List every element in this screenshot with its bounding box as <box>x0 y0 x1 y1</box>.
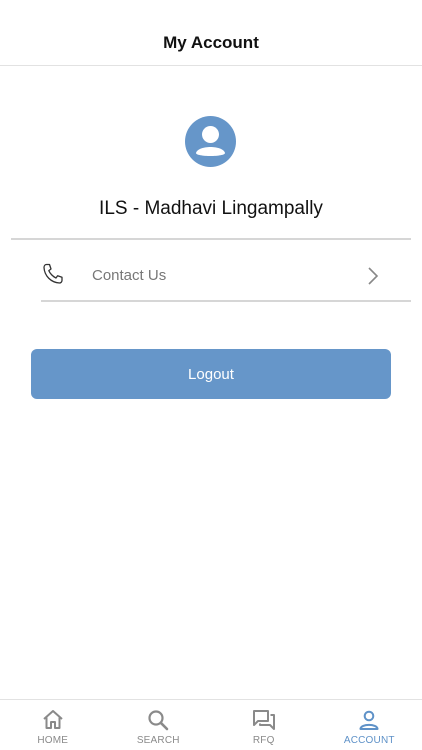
tab-bar: HOME SEARCH RFQ ACCOUNT <box>0 699 422 750</box>
tab-label: ACCOUNT <box>343 735 395 746</box>
tab-rfq[interactable]: RFQ <box>211 700 317 750</box>
user-circle-icon <box>185 116 236 167</box>
tab-account[interactable]: ACCOUNT <box>317 700 422 750</box>
home-icon <box>43 710 63 729</box>
page-title: My Account <box>163 33 259 52</box>
tab-search[interactable]: SEARCH <box>106 700 212 750</box>
chevron-right-icon <box>368 267 379 285</box>
tab-home[interactable]: HOME <box>0 700 106 750</box>
header: My Account <box>0 0 422 66</box>
user-name: ILS - Madhavi Lingampally <box>99 198 323 219</box>
search-icon <box>148 710 169 731</box>
tab-label: SEARCH <box>136 735 180 746</box>
user-icon <box>359 710 379 730</box>
divider <box>11 238 411 240</box>
chat-icon <box>252 710 275 730</box>
tab-label: RFQ <box>252 735 275 746</box>
tab-label: HOME <box>37 735 69 746</box>
phone-icon <box>43 263 63 284</box>
contact-us-row[interactable]: Contact Us <box>41 250 411 302</box>
logout-button[interactable]: Logout <box>31 349 391 399</box>
contact-us-label: Contact Us <box>92 267 167 284</box>
